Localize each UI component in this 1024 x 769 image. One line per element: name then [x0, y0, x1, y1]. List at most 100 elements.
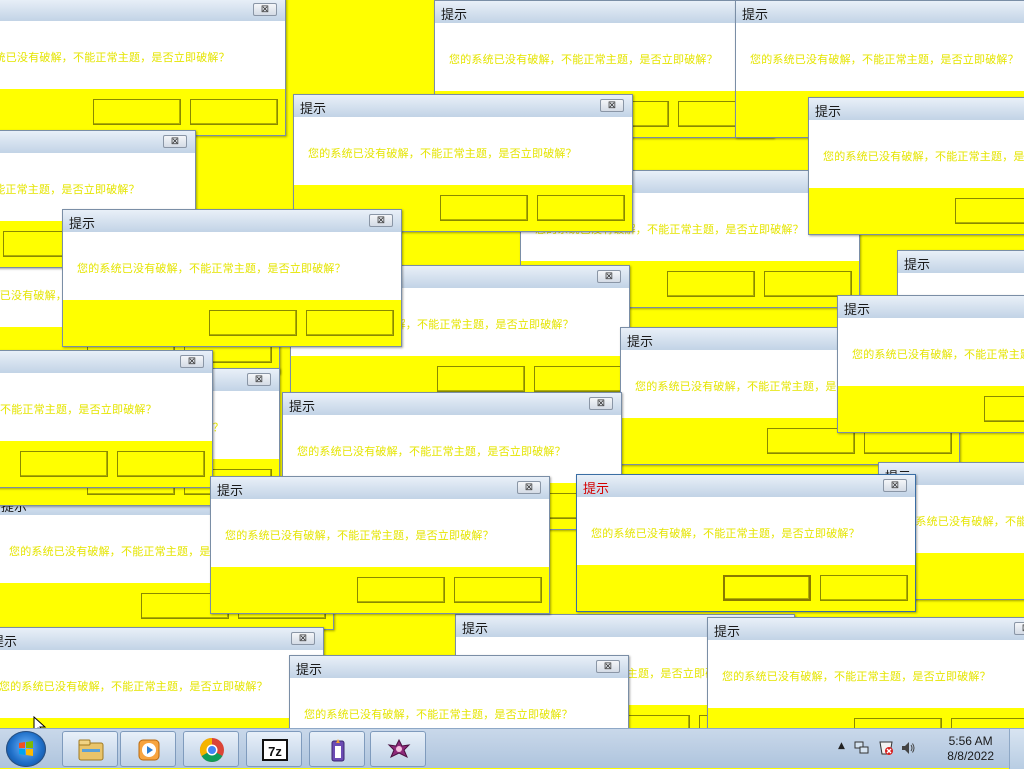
chrome-icon — [199, 738, 224, 763]
action-center-alert-icon[interactable] — [878, 740, 894, 756]
title-bar[interactable]: 提示 ⊠ — [290, 656, 628, 678]
clock[interactable]: 5:56 AM 8/8/2022 — [947, 734, 994, 764]
ok-button[interactable] — [667, 271, 755, 297]
cancel-button[interactable] — [454, 577, 542, 603]
show-hidden-icons-icon[interactable]: ▲ — [838, 741, 845, 751]
taskbar-chrome[interactable] — [183, 731, 239, 767]
close-icon[interactable]: ⊠ — [883, 479, 907, 492]
desktop: 提示 ⊠ 您的系统已没有破解，不能正常主题，是否立即破解？ 提示 ⊠ 您的系统已没有… — [0, 0, 1024, 728]
ok-button[interactable] — [437, 366, 525, 392]
dialog-message: 您的系统已没有破解，不能正常主题，是否立即破解？ — [77, 262, 346, 275]
dialog-message: 您的系统已没有破解，不能正常主题，是否立即破解？ — [823, 150, 1024, 163]
network-icon[interactable] — [854, 740, 870, 756]
dialog[interactable]: 提示 ⊠ 您的系统已没有破解，不能正常主题，是否立即破解？ — [289, 655, 629, 728]
title-bar[interactable]: 提示⊠ — [838, 296, 1024, 318]
title-bar[interactable]: 提示 ⊠ — [0, 628, 323, 650]
dialog-title: 提示 — [714, 625, 741, 640]
dialog[interactable]: 提示⊠ 您的系统已没有破解，不能正常主题，是否立即破解？ — [707, 617, 1024, 728]
app-icon — [331, 739, 345, 762]
close-icon[interactable]: ⊠ — [596, 660, 620, 673]
dialog-title: 提示 — [583, 482, 610, 497]
title-bar[interactable]: 提示⊠ — [0, 351, 212, 373]
ok-button[interactable] — [20, 451, 108, 477]
dialog[interactable]: 提示 ⊠ 您的系统已没有破解，不能正常主题，是否立即破解？ — [0, 627, 324, 728]
title-bar[interactable]: 提示⊠ — [0, 131, 195, 153]
taskbar-app[interactable] — [309, 731, 365, 767]
close-icon[interactable]: ⊠ — [253, 3, 277, 16]
active-dialog[interactable]: 提示 ⊠ 您的系统已没有破解，不能正常主题，是否立即破解？ — [576, 474, 916, 612]
button-area — [0, 718, 323, 728]
title-bar[interactable]: 提示⊠ — [736, 1, 1024, 23]
title-bar[interactable]: 提示 ⊠ — [211, 477, 549, 499]
close-icon[interactable]: ⊠ — [247, 373, 271, 386]
cancel-button[interactable] — [306, 310, 394, 336]
close-icon[interactable]: ⊠ — [517, 481, 541, 494]
dialog-message: 您的系统已没有破解，不能正常主题，是否立即破解？ — [0, 680, 268, 693]
folder-icon — [78, 739, 104, 761]
cancel-button[interactable] — [820, 575, 908, 601]
title-bar[interactable]: 提示 ⊠ — [294, 95, 632, 117]
title-bar[interactable]: 提示⊠ — [63, 210, 401, 232]
clock-time: 5:56 AM — [948, 734, 993, 748]
ok-button[interactable] — [723, 575, 811, 601]
title-bar[interactable]: 提示⊠ — [435, 1, 773, 23]
dialog-message: 您的系统已没有破解，不能正常主题，是否立即破解？ — [225, 529, 494, 542]
close-icon[interactable]: ⊠ — [597, 270, 621, 283]
close-icon[interactable]: ⊠ — [589, 397, 613, 410]
ok-button[interactable] — [440, 195, 528, 221]
dialog-title: 提示 — [0, 635, 18, 650]
volume-icon[interactable] — [900, 740, 916, 756]
ok-button[interactable] — [357, 577, 445, 603]
cancel-button[interactable] — [951, 718, 1024, 728]
close-icon[interactable]: ⊠ — [1014, 622, 1024, 635]
ok-button[interactable] — [955, 198, 1024, 224]
cancel-button[interactable] — [764, 271, 852, 297]
dialog[interactable]: 提示⊠ 您的系统已没有破解，不能正常主题，是否立即破解？ — [0, 350, 213, 488]
start-button[interactable] — [6, 731, 46, 767]
dialog-title: 提示 — [844, 303, 871, 318]
taskbar-explorer[interactable] — [62, 731, 118, 767]
dialog-title: 提示 — [815, 105, 842, 120]
7zip-label: 7z — [268, 744, 282, 759]
close-icon[interactable]: ⊠ — [600, 99, 624, 112]
close-icon[interactable]: ⊠ — [291, 632, 315, 645]
dialog-title: 提示 — [217, 484, 244, 499]
title-bar[interactable]: 提示 ⊠ — [577, 475, 915, 497]
ok-button[interactable] — [984, 396, 1024, 422]
dialog-title: 提示 — [441, 8, 468, 23]
dialog[interactable]: 提示⊠ 您的系统已没有破解，不能正常主题，是否立即破解？ — [808, 97, 1024, 235]
title-bar[interactable]: 提示⊠ — [0, 0, 285, 21]
dialog-title: 提示 — [289, 400, 316, 415]
dialog[interactable]: 提示⊠ 您的系统已没有破解，不能正常主题，是否立即破解？ — [837, 295, 1024, 433]
close-icon[interactable]: ⊠ — [180, 355, 204, 368]
ok-button[interactable] — [209, 310, 297, 336]
dialog-title: 提示 — [296, 663, 323, 678]
cancel-button[interactable] — [537, 195, 625, 221]
show-desktop-button[interactable] — [1009, 729, 1024, 769]
taskbar: 7z ▲ 5:56 AM 8/8/2022 — [0, 728, 1024, 769]
dialog-message: 您的系统已没有破解，不能正常主题，是否立即破解？ — [304, 708, 573, 721]
dialog-title: 提示 — [300, 102, 327, 117]
dialog-message: 您的系统已没有破解，不能正常主题，是否立即破解？ — [591, 527, 860, 540]
windows-logo-icon — [19, 741, 33, 756]
dialog-message: 您的系统已没有破解，不能正常主题，是否立即破解？ — [297, 445, 566, 458]
title-bar[interactable]: 提示⊠ — [898, 251, 1024, 273]
dialog[interactable]: 提示⊠ 您的系统已没有破解，不能正常主题，是否立即破解？ — [0, 0, 286, 136]
title-bar[interactable]: 提示⊠ — [809, 98, 1024, 120]
taskbar-media-player[interactable] — [120, 731, 176, 767]
cancel-button[interactable] — [117, 451, 205, 477]
ok-button[interactable] — [93, 99, 181, 125]
cancel-button[interactable] — [534, 366, 622, 392]
taskbar-7zip[interactable]: 7z — [246, 731, 302, 767]
title-bar[interactable]: 提示 ⊠ — [708, 618, 1024, 640]
cancel-button[interactable] — [190, 99, 278, 125]
dialog-message: 您的系统已没有破解，不能正常主题，是否立即破解？ — [750, 53, 1019, 66]
close-icon[interactable]: ⊠ — [163, 135, 187, 148]
close-icon[interactable]: ⊠ — [369, 214, 393, 227]
dialog-message: 您的系统已没有破解，不能正常主题，是否立即破解？ — [0, 183, 140, 196]
ok-button[interactable] — [854, 718, 942, 728]
taskbar-app-2[interactable] — [370, 731, 426, 767]
dialog[interactable]: 提示 ⊠ 您的系统已没有破解，不能正常主题，是否立即破解？ — [210, 476, 550, 614]
title-bar[interactable]: 提示 ⊠ — [283, 393, 621, 415]
dialog[interactable]: 提示⊠ 您的系统已没有破解，不能正常主题，是否立即破解？ — [62, 209, 402, 347]
